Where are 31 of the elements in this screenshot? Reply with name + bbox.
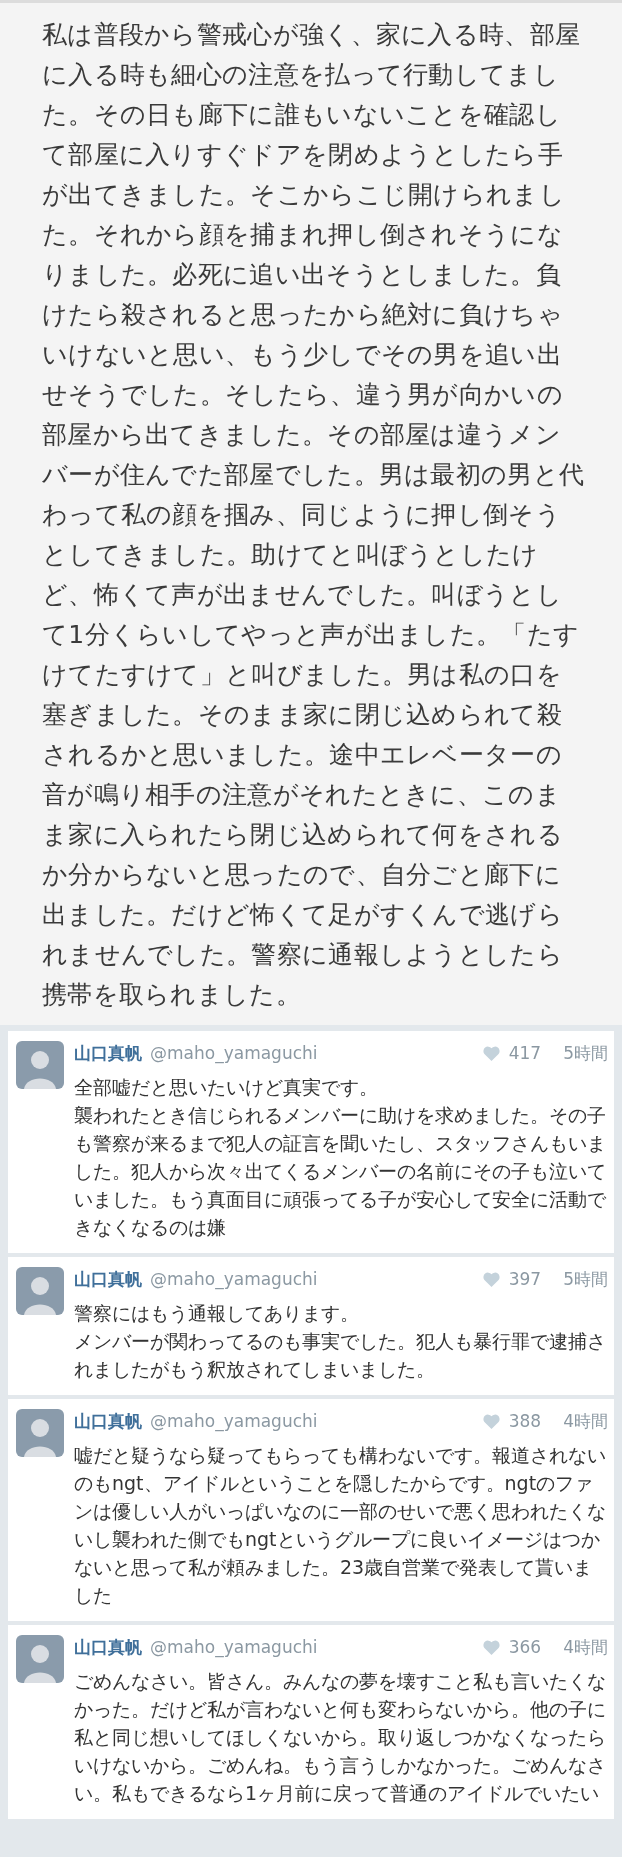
avatar-icon[interactable] <box>16 1635 64 1683</box>
timestamp: 5時間 <box>563 1041 608 1065</box>
tweet-text: メンバーが関わってるのも事実でした。犯人も暴行罪で逮捕されましたがもう釈放されてしまいました。 <box>74 1329 607 1382</box>
tweet-text: 嘘だと疑うなら疑ってもらっても構わないです。報道されないのもngt、アイドルということを隠したからです。ngtのファンは優しい人がいっぱいなのに一部のせいで悪く思われたくないし襲われた側でもngtというグループに良いイメージはつかないと思って私が頼みました。23歳自営業で発表して貰いました <box>74 1443 607 1608</box>
user-handle[interactable]: @maho_yamaguchi <box>150 1411 318 1431</box>
avatar-icon[interactable] <box>16 1041 64 1089</box>
tweet-text: 全部嘘だと思いたいけど真実です。 <box>74 1075 379 1100</box>
user-handle[interactable]: @maho_yamaguchi <box>150 1269 318 1289</box>
timestamp: 5時間 <box>563 1267 608 1291</box>
avatar-icon[interactable] <box>16 1409 64 1457</box>
like-count: 388 <box>508 1411 542 1431</box>
tweet-text: 襲われたとき信じられるメンバーに助けを求めました。その子も警察が来るまで犯人の証言を聞いたし、スタッフさんもいました。犯人から次々出てくるメンバーの名前にその子も泣いていました。もう真面目に頑張ってる子が安心して安全に活動できなくなるのは嫌 <box>74 1103 607 1240</box>
heart-icon[interactable] <box>481 1044 501 1062</box>
heart-icon[interactable] <box>481 1638 501 1656</box>
statement-text: 私は普段から警戒心が強く、家に入る時、部屋に入る時も細心の注意を払って行動してました。その日も廊下に誰もいないことを確認して部屋に入りすぐドアを閉めようとしたら手が出てきました。そこからこじ開けられました。それから顔を捕まれ押し倒されそうになりました。必死に追い出そうとしました。負けたら殺されると思ったから絶対に負けちゃいけないと思い、もう少しでその男を追い出せそうでした。そしたら、違う男が向かいの部屋から出てきました。その部屋は違うメンバーが住んでた部屋でした。男は最初の男と代わって私の顔を掴み、同じように押し倒そうとしてきました。助けてと叫ぼうとしたけど、怖くて声が出ませんでした。叫ぼうとして1分くらいしてやっと声が出ました。「たすけてたすけて」と叫びました。男は私の口を塞ぎました。そのまま家に閉じ込められて殺されるかと思いました。途中エレベーターの音が鳴り相手の注意がそれたときに、このまま家に入られたら閉じ込められて何をされるか分からないと思ったので、自分ごと廊下に出ました。だけど怖くて足がすくんで逃げられませんでした。警察に通報しようとしたら携帯を取られました。 <box>42 19 586 1011</box>
user-name[interactable]: 山口真帆 <box>74 1041 142 1065</box>
user-name[interactable]: 山口真帆 <box>74 1409 142 1433</box>
like-count: 417 <box>508 1043 542 1063</box>
heart-icon[interactable] <box>481 1412 501 1430</box>
user-name[interactable]: 山口真帆 <box>74 1635 142 1659</box>
tweet-text: 警察にはもう通報してあります。 <box>74 1301 360 1326</box>
avatar-icon[interactable] <box>16 1267 64 1315</box>
timestamp: 4時間 <box>563 1409 608 1433</box>
user-handle[interactable]: @maho_yamaguchi <box>150 1637 318 1657</box>
user-name[interactable]: 山口真帆 <box>74 1267 142 1291</box>
tweet-text: ごめんなさい。皆さん。みんなの夢を壊すこと私も言いたくなかった。だけど私が言わないと何も変わらないから。他の子に私と同じ想いしてほしくないから。取り返しつかなくなったらいけないから。ごめんね。もう言うしかなかった。ごめんなさい。私もできるなら1ヶ月前に戻って普通のアイドルでいたい <box>74 1669 607 1806</box>
heart-icon[interactable] <box>481 1270 501 1288</box>
like-count: 366 <box>508 1637 542 1657</box>
timestamp: 4時間 <box>563 1635 608 1659</box>
user-handle[interactable]: @maho_yamaguchi <box>150 1043 318 1063</box>
like-count: 397 <box>508 1269 542 1289</box>
